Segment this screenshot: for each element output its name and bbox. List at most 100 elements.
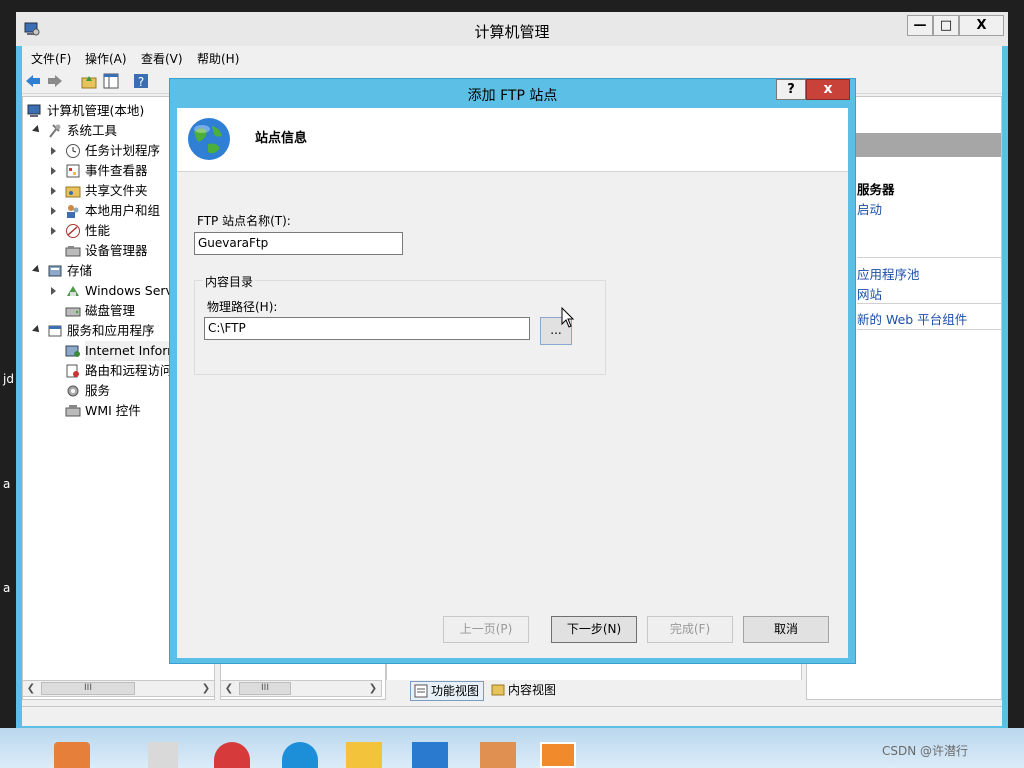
tree-label: 计算机管理(本地) (47, 103, 145, 118)
menu-action[interactable]: 操作(A) (85, 50, 127, 67)
mouse-cursor-icon (561, 307, 575, 328)
menu-help[interactable]: 帮助(H) (197, 50, 239, 67)
up-folder-icon[interactable] (80, 72, 98, 90)
watermark-text: CSDN @许潜行 (882, 744, 969, 758)
features-view-icon (414, 684, 428, 698)
dialog-title: 添加 FTP 站点 (467, 88, 558, 104)
back-arrow-icon[interactable] (24, 72, 42, 90)
taskbar-app-icon[interactable] (480, 742, 516, 768)
title-bar[interactable]: 计算机管理 — □ X (16, 12, 1008, 46)
tab-label: 内容视图 (508, 683, 557, 697)
tree-label: 任务计划程序 (85, 143, 161, 158)
divider (857, 257, 1001, 258)
backup-icon (67, 286, 79, 296)
divider (857, 329, 1001, 330)
collapsed-arrow-icon[interactable] (51, 167, 56, 175)
maximize-button[interactable]: □ (933, 15, 959, 36)
dialog-body: 站点信息 FTP 站点名称(T): GuevaraFtp 内容目录 物理路径(H… (177, 108, 848, 658)
tree-label: Windows Serve (85, 283, 181, 298)
taskbar-vscode-icon[interactable] (412, 742, 448, 768)
tree-horizontal-scrollbar[interactable]: ❮ III ❯ (22, 680, 215, 697)
collapsed-arrow-icon[interactable] (51, 287, 56, 295)
disk-icon (65, 307, 81, 317)
expanded-arrow-icon[interactable] (32, 265, 42, 275)
minimize-button[interactable]: — (907, 15, 933, 36)
menu-view[interactable]: 查看(V) (141, 50, 183, 67)
previous-button[interactable]: 上一页(P) (443, 616, 529, 643)
divider (857, 303, 1001, 304)
tab-content-view[interactable]: 内容视图 (488, 681, 562, 701)
forward-arrow-icon[interactable] (46, 72, 64, 90)
tree-label: 存储 (67, 263, 93, 278)
cancel-button[interactable]: 取消 (743, 616, 829, 643)
clock-icon (66, 144, 80, 158)
physical-path-input[interactable]: C:\FTP (204, 317, 530, 340)
expanded-arrow-icon[interactable] (32, 325, 42, 335)
dialog-help-button[interactable]: ? (776, 79, 806, 100)
desktop-text-fragment: a (3, 477, 11, 491)
tree-label: 路由和远程访问 (85, 363, 173, 378)
action-sites[interactable]: 网站 (857, 284, 882, 303)
tree-label: 共享文件夹 (85, 183, 148, 198)
close-button[interactable]: X (959, 15, 1004, 36)
taskbar-browser-icon[interactable] (214, 742, 250, 768)
taskbar-app-icon[interactable] (54, 742, 90, 768)
action-web-platform[interactable]: 新的 Web 平台组件 (857, 309, 967, 328)
tree-label: 磁盘管理 (85, 303, 136, 318)
iis-icon (65, 345, 80, 357)
dialog-header: 站点信息 (177, 108, 848, 172)
users-icon (67, 205, 79, 218)
tab-label: 功能视图 (431, 684, 480, 698)
tools-icon (49, 124, 61, 138)
scroll-right-arrow-icon[interactable]: ❯ (198, 681, 214, 696)
taskbar-app-icon[interactable] (148, 742, 178, 768)
tree-label: Internet Inforn (85, 341, 176, 361)
globe-icon (188, 118, 230, 160)
help-icon[interactable]: ? (132, 72, 150, 90)
menu-bar: 文件(F) 操作(A) 查看(V) 帮助(H) (22, 46, 1002, 68)
finish-button[interactable]: 完成(F) (647, 616, 733, 643)
tree-label: 服务和应用程序 (67, 323, 155, 338)
taskbar-vm-icon[interactable] (540, 742, 576, 768)
tree-label: 本地用户和组 (85, 203, 161, 218)
tab-features-view[interactable]: 功能视图 (410, 681, 484, 701)
show-hide-tree-icon[interactable] (102, 72, 120, 90)
device-manager-icon (65, 246, 81, 257)
gear-icon (67, 385, 79, 397)
dialog-close-button[interactable]: x (806, 79, 850, 100)
taskbar-edge-icon[interactable] (282, 742, 318, 768)
tree-label: 性能 (85, 223, 111, 238)
menu-file[interactable]: 文件(F) (31, 50, 71, 67)
taskbar: CSDN @许潜行 (0, 728, 1024, 768)
actions-group-header: 服务器 (857, 182, 895, 197)
tree-label: 事件查看器 (85, 163, 148, 178)
middle-horizontal-scrollbar[interactable]: ❮ III ❯ (220, 680, 382, 697)
action-app-pools[interactable]: 应用程序池 (857, 264, 920, 283)
svg-text:?: ? (138, 75, 144, 89)
expanded-arrow-icon[interactable] (32, 125, 42, 135)
computer-icon (27, 104, 41, 117)
taskbar-folder-icon[interactable] (346, 742, 382, 768)
tree-label: 设备管理器 (85, 243, 148, 258)
content-directory-label: 内容目录 (203, 273, 256, 290)
action-start[interactable]: 启动 (857, 199, 882, 218)
storage-icon (48, 265, 62, 277)
scroll-thumb[interactable]: III (41, 682, 135, 695)
routing-icon (66, 364, 79, 378)
scroll-left-arrow-icon[interactable]: ❮ (221, 681, 237, 696)
physical-path-label: 物理路径(H): (207, 300, 278, 314)
scroll-left-arrow-icon[interactable]: ❮ (23, 681, 39, 696)
content-view-icon (491, 684, 505, 696)
scroll-thumb[interactable]: III (239, 682, 291, 695)
view-tabs: 功能视图 内容视图 (386, 680, 802, 702)
collapsed-arrow-icon[interactable] (51, 227, 56, 235)
collapsed-arrow-icon[interactable] (51, 207, 56, 215)
window-title: 计算机管理 (474, 23, 550, 41)
site-name-input[interactable]: GuevaraFtp (194, 232, 403, 255)
site-name-label: FTP 站点名称(T): (197, 214, 291, 228)
collapsed-arrow-icon[interactable] (51, 147, 56, 155)
next-button[interactable]: 下一步(N) (551, 616, 637, 643)
desktop-text-fragment: jd (3, 372, 14, 386)
collapsed-arrow-icon[interactable] (51, 187, 56, 195)
scroll-right-arrow-icon[interactable]: ❯ (365, 681, 381, 696)
